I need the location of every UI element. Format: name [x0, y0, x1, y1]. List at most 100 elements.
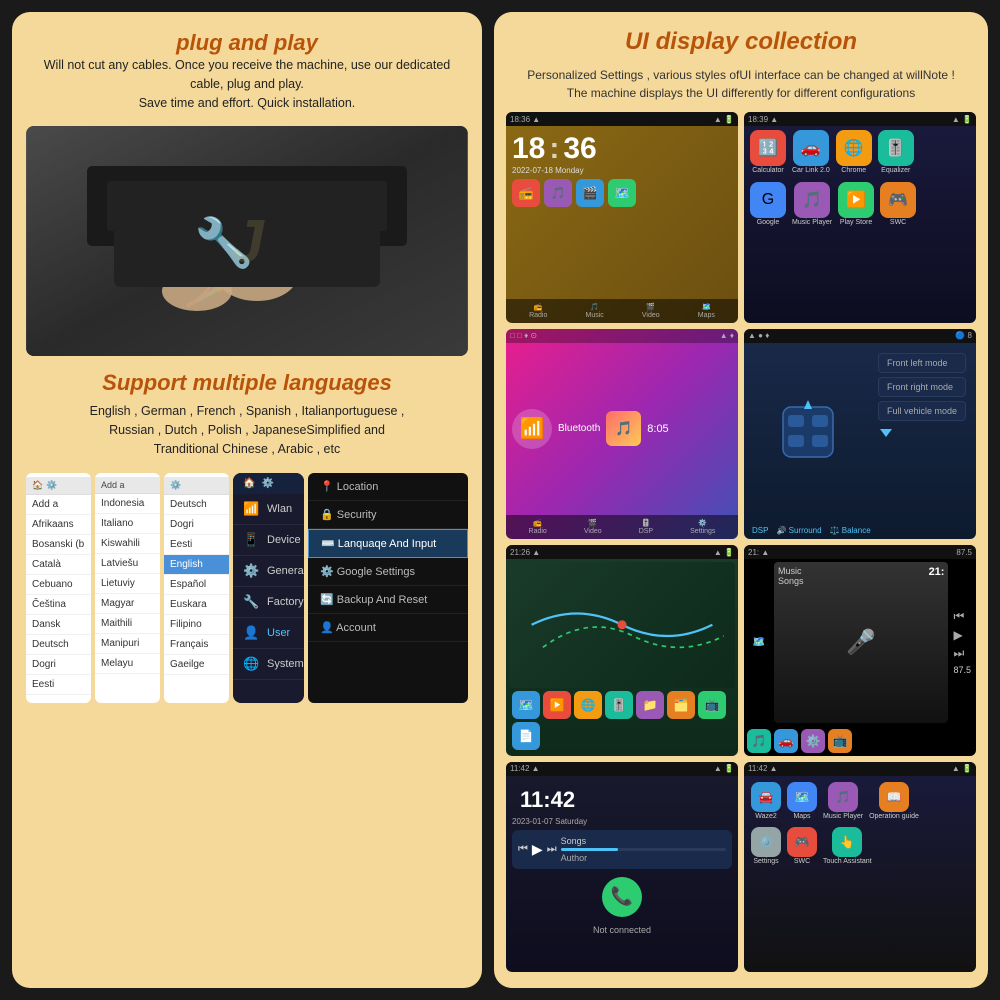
lang-item: Deutsch: [164, 495, 229, 515]
mode-buttons: Front left mode Front right mode Full ve…: [872, 347, 972, 519]
car-setting-app: ⚙️: [801, 729, 825, 753]
lang-item-selected: English: [164, 555, 229, 575]
settings-system[interactable]: 🌐 System: [233, 649, 304, 680]
classic-date: 2023-01-07 Saturday: [512, 817, 732, 826]
clock-hour: 18: [512, 132, 545, 166]
full-vehicle-mode[interactable]: Full vehicle mode: [878, 401, 966, 421]
lang-item: Cebuano: [26, 575, 91, 595]
lang-item: Lietuviy: [95, 574, 160, 594]
next-btn[interactable]: ⏭: [547, 843, 557, 856]
sub-location[interactable]: 📍 Location: [308, 473, 468, 501]
media-app-icons: 🎵 🚗 ⚙️ 📺: [744, 726, 976, 756]
screenshot-maps-home: 11:42 ▲ ▲ 🔋 🚘 Waze2 🗺️ Maps 🎵 Music Pl: [744, 762, 976, 973]
prev-btn[interactable]: ⏮: [518, 843, 528, 856]
clock-separator: :: [549, 132, 559, 166]
status-bar-8: 11:42 ▲ ▲ 🔋: [744, 762, 976, 776]
plug-play-description: Will not cut any cables. Once you receiv…: [26, 56, 468, 112]
google-icon: G: [750, 182, 786, 218]
left-panel: plug and play Will not cut any cables. O…: [12, 12, 482, 988]
swc-icon2: 🎮: [787, 827, 817, 857]
op-guide-app: 📖 Operation guide: [869, 782, 919, 820]
languages-description: English , German , French , Spanish , It…: [26, 402, 468, 458]
screenshot-dsp-car: ▲ ● ♦ 🔵 8: [744, 329, 976, 540]
down-arrow: [878, 425, 894, 441]
watermark: J: [230, 207, 263, 276]
status-icons-6: 87.5: [956, 548, 972, 557]
calculator-icon: 🔢: [750, 130, 786, 166]
play-pause[interactable]: ▶: [953, 628, 971, 642]
lang-item: Français: [164, 635, 229, 655]
languages-title: Support multiple languages: [26, 370, 468, 396]
clock-date: 2022-07-18 Monday: [512, 166, 732, 175]
video-player-app: ▶️: [543, 691, 571, 719]
sub-google-settings[interactable]: ⚙️ Google Settings: [308, 558, 468, 586]
lang-item: Italiano: [95, 514, 160, 534]
ui-collection-title: UI display collection: [506, 28, 976, 56]
nav-music: 🎵Music: [585, 303, 603, 319]
front-right-mode[interactable]: Front right mode: [878, 377, 966, 397]
status-bar-3: □ □ ♦ ⊙ ▲ ♦: [506, 329, 738, 343]
lang-item: Eesti: [26, 675, 91, 695]
languages-section: Support multiple languages English , Ger…: [26, 370, 468, 458]
screenshot-music-dark: 21: ▲ 87.5 🗺️ 🎤 MusicSongs 21: ⏮ ▶: [744, 545, 976, 756]
settings-wlan-label: Wlan: [267, 503, 292, 515]
settings-wlan[interactable]: 📶 Wlan: [233, 494, 304, 525]
lang-item: Magyar: [95, 594, 160, 614]
progress-bar-fill: [561, 848, 619, 851]
app-row-1: 🔢 Calculator 🚗 Car Link 2.0 🌐 Chrome 🎚️ …: [744, 126, 976, 178]
instructions-app: 📄: [512, 722, 540, 750]
settings-general[interactable]: ⚙️ General: [233, 556, 304, 587]
plug-play-title: plug and play: [26, 30, 468, 56]
bt-time: 8:05: [647, 423, 668, 435]
sub-backup-reset[interactable]: 🔄 Backup And Reset: [308, 586, 468, 614]
lang-item: Eesti: [164, 535, 229, 555]
multilang-ui: 🏠⚙️ Add a Afrikaans Bosanski (b Català C…: [26, 473, 468, 703]
app-row-2: G Google 🎵 Music Player ▶️ Play Store 🎮 …: [744, 178, 976, 230]
status-icons-4: ▲ ● ♦: [748, 331, 769, 340]
sub-security[interactable]: 🔒 Security: [308, 501, 468, 529]
prev-track[interactable]: ⏮: [953, 609, 971, 624]
file-mgr-app: 📁: [636, 691, 664, 719]
settings-device[interactable]: 📱 Device: [233, 525, 304, 556]
artist-time: 21:: [929, 566, 945, 578]
settings-header: 🏠⚙️: [233, 473, 304, 494]
car-info-app: 🚗: [774, 729, 798, 753]
status-bt-4: 🔵 8: [955, 331, 972, 340]
song-label: Songs: [561, 836, 726, 846]
settings-factory[interactable]: 🔧 Factory: [233, 587, 304, 618]
classic-clock: 11:42: [512, 782, 732, 813]
equalizer-app: 🎚️ Equalizer: [878, 130, 914, 174]
lang-item: Español: [164, 575, 229, 595]
next-track[interactable]: ⏭: [953, 646, 971, 661]
lang-item: Dogri: [164, 515, 229, 535]
nav-maps: 🗺️Maps: [698, 303, 715, 319]
sub-account[interactable]: 👤 Account: [308, 614, 468, 642]
screenshot-classic-home: 11:42 ▲ ▲ 🔋 11:42 2023-01-07 Saturday ⏮ …: [506, 762, 738, 973]
status-icons-8: ▲ 🔋: [952, 764, 972, 773]
google-app: G Google: [750, 182, 786, 226]
swc-icon: 🎮: [880, 182, 916, 218]
author-label: Author: [561, 853, 726, 863]
front-left-mode[interactable]: Front left mode: [878, 353, 966, 373]
ui-screenshots-grid: 18:36 ▲ ▲ 🔋 18 : 36 2022-07-18 Monday 📻 …: [506, 112, 976, 972]
settings-user[interactable]: 👤 User: [233, 618, 304, 649]
maps-app: 🗺️ Maps: [787, 782, 817, 820]
carlink-icon: 🚗: [793, 130, 829, 166]
album-art: 🎵: [606, 411, 641, 446]
phone-icon-area: 📞: [512, 873, 732, 921]
app-music: 🎵: [544, 179, 572, 207]
settings-app2: ⚙️ Settings: [751, 827, 781, 865]
status-icons-3: □ □ ♦ ⊙: [510, 331, 537, 340]
sub-language-input[interactable]: ⌨️ Lanquaqe And Input: [308, 529, 468, 558]
bottom-nav-3: 📻Radio 🎬Video 🎚️DSP ⚙️Settings: [506, 515, 738, 539]
bluetooth-label: Bluetooth: [558, 423, 600, 434]
bluetooth-icon-large: 📶: [512, 409, 552, 449]
status-icons-1: ▲ 🔋: [714, 115, 734, 124]
maps-app-row-2: ⚙️ Settings 🎮 SWC 👆 Touch Assistant: [748, 825, 972, 867]
device-icon: 📱: [243, 532, 259, 548]
phone-icon[interactable]: 📞: [602, 877, 642, 917]
settings-device-label: Device: [267, 534, 301, 546]
ui-collection-description: Personalized Settings , various styles o…: [506, 66, 976, 102]
status-icons-5: ▲ 🔋: [714, 548, 734, 557]
play-btn[interactable]: ▶: [532, 841, 543, 858]
